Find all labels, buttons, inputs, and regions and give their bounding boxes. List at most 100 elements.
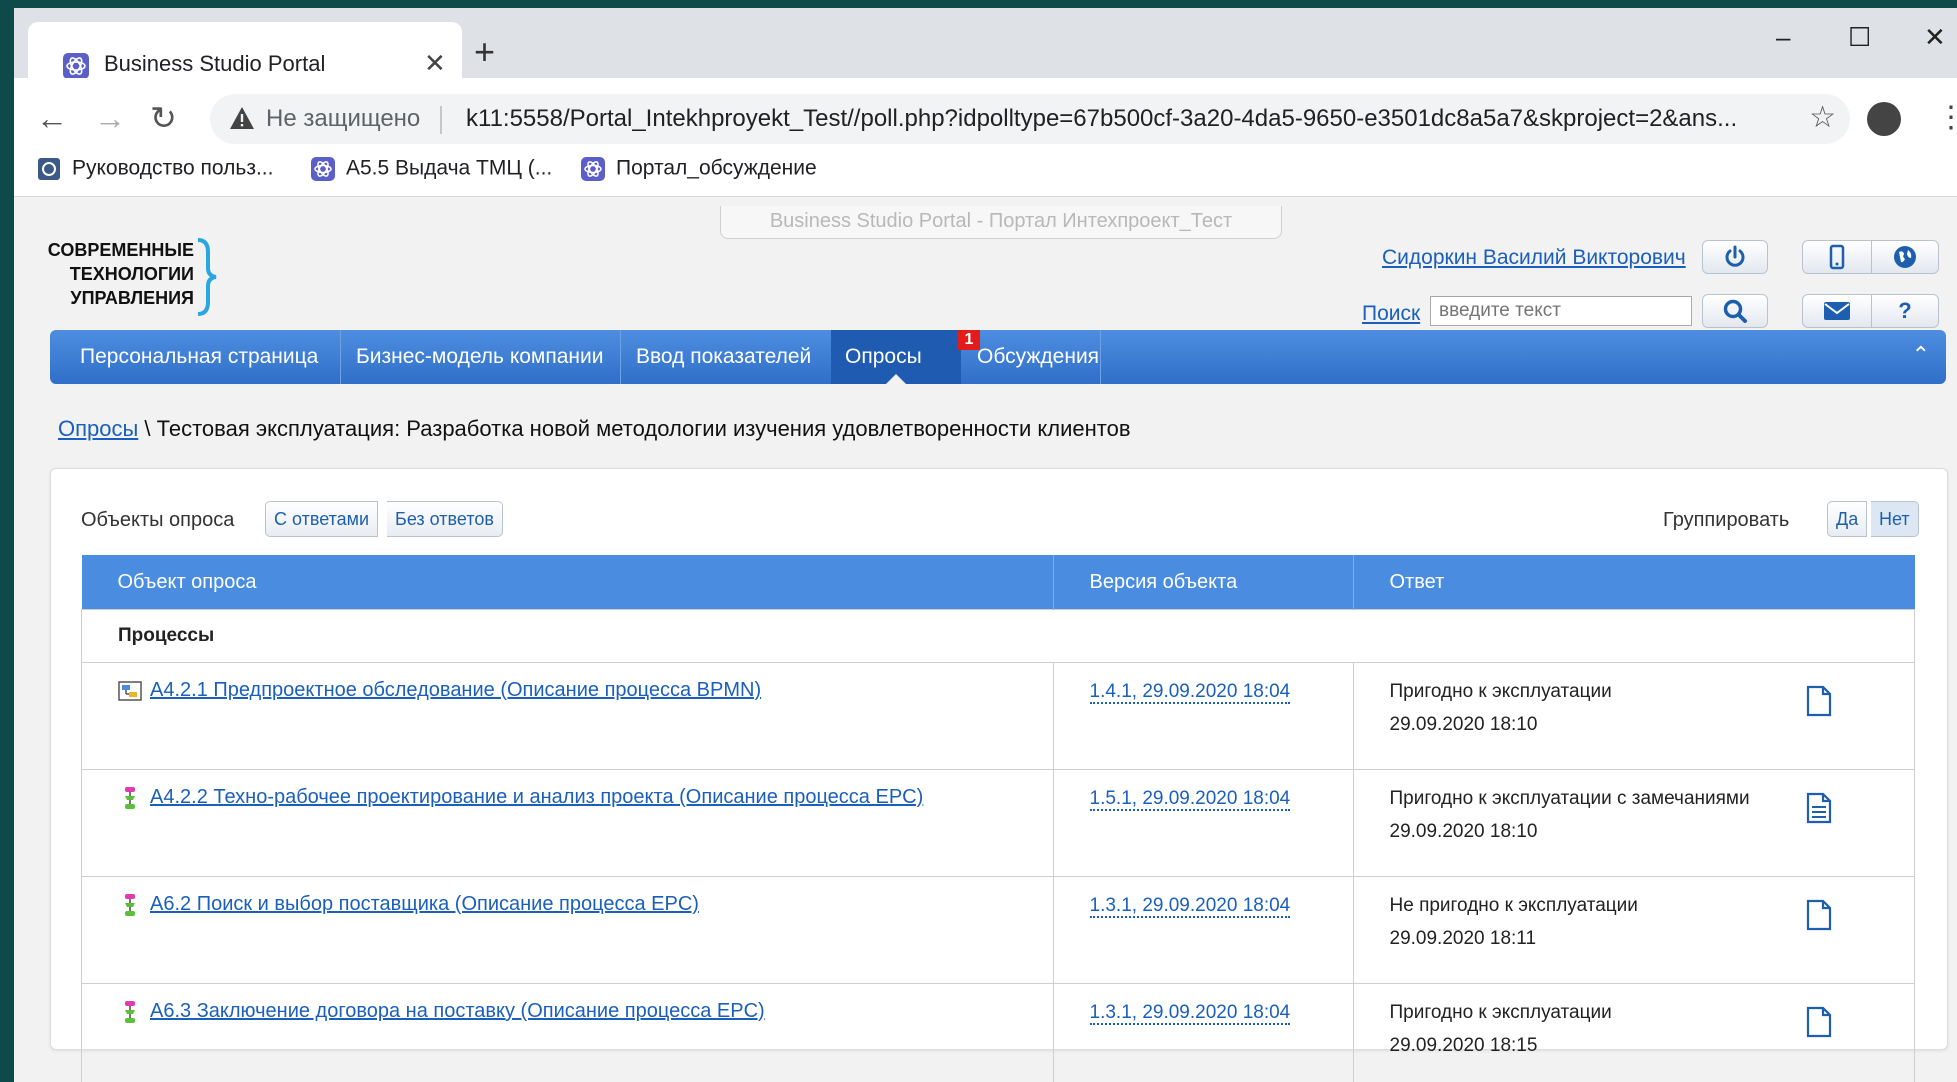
browser-menu-icon[interactable]: ⋮: [1936, 98, 1957, 138]
reload-button[interactable]: ↻: [150, 98, 177, 138]
breadcrumb-current: Тестовая эксплуатация: Разработка новой …: [156, 416, 1131, 441]
poll-objects-table: Объект опроса Версия объекта Ответ Проце…: [81, 555, 1915, 1082]
version-cell: 1.4.1, 29.09.2020 18:04: [1052, 662, 1354, 770]
help-button[interactable]: ?: [1871, 294, 1939, 328]
bookmark-label: Руководство польз...: [72, 156, 274, 180]
breadcrumb-link-polls[interactable]: Опросы: [58, 416, 138, 441]
browser-window: Business Studio Portal ✕ + – ☐ ✕ ← → ↻ Н…: [14, 8, 1957, 1082]
version-link[interactable]: 1.4.1, 29.09.2020 18:04: [1089, 681, 1291, 704]
answer-date: 29.09.2020 18:15: [1389, 1035, 1538, 1056]
group-row: Процессы: [81, 609, 1915, 663]
language-button[interactable]: [1871, 240, 1939, 274]
filter-label: Объекты опроса: [81, 509, 235, 531]
object-link[interactable]: А6.2 Поиск и выбор поставщика (Описание …: [150, 893, 699, 915]
url-text[interactable]: k11:5558/Portal_Intekhproyekt_Test//poll…: [466, 105, 1737, 133]
bookmark-item[interactable]: Портал_обсуждение: [580, 156, 817, 188]
object-cell: А4.2.2 Техно-рабочее проектирование и ан…: [81, 769, 1054, 877]
empty-document-icon[interactable]: [1806, 899, 1832, 931]
search-icon: [1723, 299, 1747, 323]
group-no-button[interactable]: Нет: [1871, 501, 1919, 537]
logo-line: ТЕХНОЛОГИИ: [69, 264, 194, 284]
back-button[interactable]: ←: [36, 98, 68, 138]
profile-avatar-icon[interactable]: [1867, 102, 1901, 136]
envelope-icon: [1824, 302, 1850, 320]
column-header-answer: Ответ: [1353, 555, 1915, 610]
portal-page: Business Studio Portal - Портал Интехпро…: [14, 198, 1957, 1082]
breadcrumb: Опросы \ Тестовая эксплуатация: Разработ…: [58, 416, 1131, 442]
filter-without-answers-button[interactable]: Без ответов: [387, 501, 503, 537]
group-yes-button[interactable]: Да: [1827, 501, 1868, 537]
bookmark-label: Портал_обсуждение: [616, 156, 817, 180]
new-tab-button[interactable]: +: [474, 32, 495, 72]
answer-cell: Не пригодно к эксплуатации 29.09.2020 18…: [1352, 876, 1915, 984]
empty-document-icon[interactable]: [1806, 685, 1832, 717]
object-cell: А4.2.1 Предпроектное обследование (Описа…: [81, 662, 1054, 770]
search-button[interactable]: [1702, 294, 1768, 328]
minimize-button[interactable]: –: [1776, 22, 1790, 52]
answer-cell: Пригодно к эксплуатации 29.09.2020 18:10: [1352, 662, 1915, 770]
feedback-button[interactable]: [1802, 294, 1872, 328]
logo-line: СОВРЕМЕННЫЕ: [47, 240, 194, 260]
version-link[interactable]: 1.5.1, 29.09.2020 18:04: [1089, 788, 1291, 811]
empty-document-icon[interactable]: [1806, 1006, 1832, 1038]
column-header-object: Объект опроса: [81, 555, 1054, 610]
nav-item-business-model[interactable]: Бизнес-модель компании: [342, 330, 617, 384]
portal-favicon: [63, 53, 89, 79]
close-window-button[interactable]: ✕: [1924, 22, 1946, 52]
epc-process-icon: [125, 1001, 135, 1023]
maximize-button[interactable]: ☐: [1848, 22, 1871, 52]
nav-item-indicators[interactable]: Ввод показателей: [622, 330, 825, 384]
globe-icon: [1894, 246, 1916, 268]
answer-cell: Пригодно к эксплуатации 29.09.2020 18:15: [1352, 983, 1915, 1082]
filter-with-answers-button[interactable]: С ответами: [265, 501, 379, 537]
nav-item-personal[interactable]: Персональная страница: [66, 330, 332, 384]
bookmark-label: А5.5 Выдача ТМЦ (...: [346, 156, 553, 180]
answer-date: 29.09.2020 18:10: [1389, 714, 1538, 735]
tab-close-icon[interactable]: ✕: [424, 48, 446, 78]
phone-icon: [1829, 244, 1845, 270]
company-logo[interactable]: СОВРЕМЕННЫЕ ТЕХНОЛОГИИ УПРАВЛЕНИЯ: [48, 232, 234, 316]
search-input[interactable]: [1430, 296, 1692, 326]
portal-favicon: [581, 157, 605, 181]
help-icon: ?: [1898, 298, 1912, 323]
active-tab-pointer-icon: [886, 374, 906, 384]
answer-date: 29.09.2020 18:10: [1389, 821, 1538, 842]
bookmark-item[interactable]: Руководство польз...: [36, 156, 273, 188]
answer-text: Пригодно к эксплуатации: [1389, 681, 1612, 702]
nav-item-discussions[interactable]: Обсуждения: [963, 330, 1113, 384]
object-cell: А6.2 Поиск и выбор поставщика (Описание …: [81, 876, 1054, 984]
answer-text: Не пригодно к эксплуатации: [1389, 895, 1638, 916]
object-link[interactable]: А4.2.1 Предпроектное обследование (Описа…: [150, 679, 761, 701]
user-name-link[interactable]: Сидоркин Василий Викторович: [1382, 246, 1686, 270]
text-document-icon[interactable]: [1806, 792, 1832, 824]
security-label[interactable]: Не защищено: [266, 105, 420, 133]
answer-text: Пригодно к эксплуатации: [1389, 1002, 1612, 1023]
logo-line: УПРАВЛЕНИЯ: [70, 288, 194, 308]
help-book-icon: [38, 158, 60, 180]
table-row: А4.2.1 Предпроектное обследование (Описа…: [81, 662, 1915, 770]
group-label: Группировать: [1663, 509, 1790, 531]
answer-text: Пригодно к эксплуатации с замечаниями: [1389, 788, 1750, 809]
object-link[interactable]: А6.3 Заключение договора на поставку (Оп…: [150, 1000, 765, 1022]
bpmn-process-icon: [118, 681, 142, 701]
version-cell: 1.3.1, 29.09.2020 18:04: [1052, 983, 1354, 1082]
bookmark-item[interactable]: А5.5 Выдача ТМЦ (...: [310, 156, 552, 188]
bookmark-star-icon[interactable]: ☆: [1809, 100, 1836, 136]
nav-divider: [1100, 330, 1101, 384]
version-link[interactable]: 1.3.1, 29.09.2020 18:04: [1089, 1002, 1291, 1025]
address-bar[interactable]: Не защищено k11:5558/Portal_Intekhproyek…: [210, 94, 1850, 144]
omnibox-divider: [440, 106, 442, 134]
portal-title: Business Studio Portal - Портал Интехпро…: [769, 210, 1233, 232]
object-link[interactable]: А4.2.2 Техно-рабочее проектирование и ан…: [150, 786, 923, 808]
logout-button[interactable]: [1702, 240, 1768, 274]
mobile-version-button[interactable]: [1802, 240, 1872, 274]
portal-title-tab: Business Studio Portal - Портал Интехпро…: [720, 206, 1282, 239]
answer-date: 29.09.2020 18:11: [1389, 928, 1537, 949]
forward-button[interactable]: →: [94, 98, 126, 138]
collapse-nav-icon[interactable]: ⌃: [1912, 342, 1930, 368]
search-link[interactable]: Поиск: [1362, 302, 1420, 326]
table-header-row: Объект опроса Версия объекта Ответ: [81, 555, 1915, 610]
nav-divider: [340, 330, 341, 384]
version-link[interactable]: 1.3.1, 29.09.2020 18:04: [1089, 895, 1291, 918]
object-cell: А6.3 Заключение договора на поставку (Оп…: [81, 983, 1054, 1082]
